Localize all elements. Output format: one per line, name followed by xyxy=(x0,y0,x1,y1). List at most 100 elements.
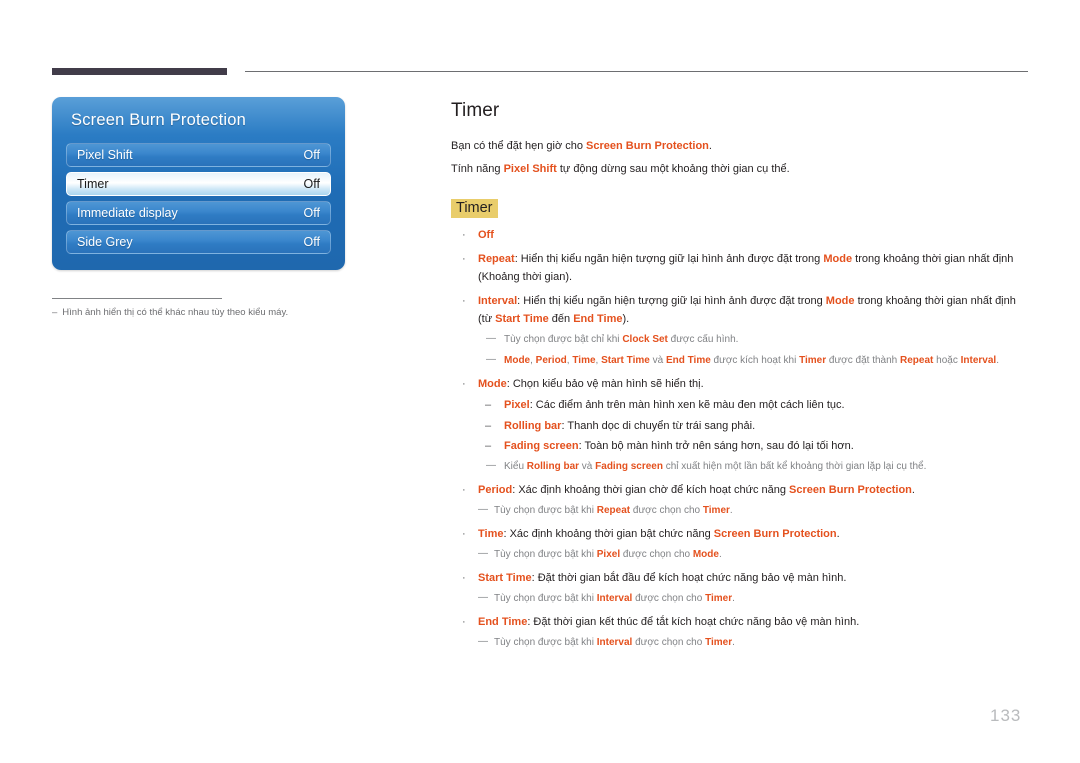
note-text: chỉ xuất hiện một lần bất kể khoảng thời… xyxy=(662,461,927,473)
note-text: được đặt thành xyxy=(826,355,900,367)
note-text: Kiểu xyxy=(504,461,527,473)
option-text: : Xác định khoảng thời gian chờ để kích … xyxy=(512,483,790,496)
sub-option-term: Rolling bar xyxy=(504,419,562,432)
note-clock-set: — Tùy chọn được bật chỉ khi Clock Set đư… xyxy=(478,332,1028,348)
option-text: . xyxy=(836,527,840,540)
dash-marker: – xyxy=(485,419,492,432)
note-text: được cấu hình. xyxy=(667,333,739,345)
bullet-marker: · xyxy=(462,615,466,628)
figure-note-marker: – xyxy=(52,307,58,318)
note-emphasis: Interval xyxy=(596,593,633,605)
note-text: . xyxy=(996,355,999,367)
note-emphasis: Period xyxy=(535,355,567,367)
bullet-marker: · xyxy=(462,253,466,266)
intro-line-1: Bạn có thể đặt hẹn giờ cho Screen Burn P… xyxy=(451,138,1028,155)
option-emphasis: Screen Burn Protection xyxy=(713,527,837,540)
note-text: . xyxy=(729,505,733,517)
option-text: ). xyxy=(622,312,630,325)
osd-menu-panel: Screen Burn Protection Pixel Shift Off T… xyxy=(52,97,345,270)
list-item-mode: · Mode: Chọn kiểu bảo vệ màn hình sẽ hiể… xyxy=(451,376,1028,475)
bullet-marker: · xyxy=(462,229,466,242)
note-marker: — xyxy=(486,332,496,344)
option-text: . xyxy=(911,483,915,496)
note-rolling-fading: — Kiểu Rolling bar và Fading screen chỉ … xyxy=(478,459,1028,475)
osd-row-value: Off xyxy=(303,148,320,162)
option-emphasis: Mode xyxy=(823,253,853,266)
dash-marker: – xyxy=(485,440,492,453)
option-text: : Xác định khoảng thời gian bật chức năn… xyxy=(503,527,714,540)
sub-option-term: Pixel xyxy=(504,399,530,412)
note-text: được chọn cho xyxy=(632,636,706,648)
option-term: Off xyxy=(478,229,494,242)
osd-row-value: Off xyxy=(303,177,320,191)
note-text: và xyxy=(579,461,596,473)
note-text: được chọn cho xyxy=(620,549,693,561)
main-content: Timer Bạn có thể đặt hẹn giờ cho Screen … xyxy=(451,100,1028,657)
option-term: Mode xyxy=(478,377,507,390)
list-item-period: · Period: Xác định khoảng thời gian chờ … xyxy=(451,482,1028,519)
option-text: : Hiển thị kiểu ngăn hiện tượng giữ lại … xyxy=(517,295,826,308)
note-text: Tùy chọn được bật khi xyxy=(494,593,597,605)
osd-menu-title: Screen Burn Protection xyxy=(71,111,246,129)
options-list: · Off · Repeat: Hiển thị kiểu ngăn hiện … xyxy=(451,227,1028,650)
page-title: Timer xyxy=(451,100,500,121)
list-item-repeat: · Repeat: Hiển thị kiểu ngăn hiện tượng … xyxy=(451,251,1028,286)
note-period: — Tùy chọn được bật khi Repeat được chọn… xyxy=(478,503,1028,519)
note-emphasis: End Time xyxy=(665,355,711,367)
page-number: 133 xyxy=(990,706,1022,725)
option-text: đến xyxy=(548,312,574,325)
note-text: Tùy chọn được bật chỉ khi xyxy=(504,333,623,345)
option-text: : Đặt thời gian bắt đầu để kích hoạt chứ… xyxy=(531,571,847,584)
osd-menu-rows: Pixel Shift Off Timer Off Immediate disp… xyxy=(66,143,331,259)
osd-row-value: Off xyxy=(303,235,320,249)
note-text: hoặc xyxy=(933,355,961,367)
note-emphasis: Mode xyxy=(504,355,531,367)
option-term: Interval xyxy=(478,295,518,308)
figure-note-text: Hình ảnh hiển thị có thể khác nhau tùy t… xyxy=(62,307,289,318)
note-marker: — xyxy=(478,504,488,516)
osd-row-label: Side Grey xyxy=(77,235,133,249)
note-emphasis: Mode xyxy=(692,549,719,561)
note-start-time: — Tùy chọn được bật khi Interval được ch… xyxy=(478,591,1028,607)
note-marker: — xyxy=(478,592,488,604)
sub-option-text: : Các điểm ảnh trên màn hình xen kẽ màu … xyxy=(529,399,845,412)
list-item-off: · Off xyxy=(451,227,1028,244)
section-subheading: Timer xyxy=(451,199,498,219)
option-emphasis: Mode xyxy=(825,295,855,308)
osd-row-side-grey[interactable]: Side Grey Off xyxy=(66,230,331,254)
note-emphasis: Time xyxy=(572,355,596,367)
note-end-time: — Tùy chọn được bật khi Interval được ch… xyxy=(478,635,1028,651)
option-term: Period xyxy=(478,483,513,496)
option-emphasis: Screen Burn Protection xyxy=(789,483,912,496)
list-item-start-time: · Start Time: Đặt thời gian bắt đầu để k… xyxy=(451,570,1028,607)
note-emphasis: Timer xyxy=(702,505,730,517)
option-term: End Time xyxy=(478,615,528,628)
note-text: được chọn cho xyxy=(630,505,703,517)
intro-emphasis: Screen Burn Protection xyxy=(586,140,709,152)
list-item-time: · Time: Xác định khoảng thời gian bật ch… xyxy=(451,526,1028,563)
note-text: Tùy chọn được bật khi xyxy=(494,636,597,648)
note-emphasis: Timer xyxy=(705,636,733,648)
header-rule xyxy=(245,71,1028,72)
intro-text: tự động dừng sau một khoảng thời gian cụ… xyxy=(556,163,790,176)
note-emphasis: Timer xyxy=(799,355,827,367)
note-text: . xyxy=(732,593,735,605)
intro-text: . xyxy=(708,140,712,152)
note-marker: — xyxy=(486,354,496,366)
note-marker: — xyxy=(478,548,488,560)
intro-emphasis: Pixel Shift xyxy=(503,163,557,176)
option-term: Start Time xyxy=(478,571,532,584)
note-emphasis: Repeat xyxy=(596,505,631,517)
option-emphasis: Start Time xyxy=(495,312,549,325)
list-item-end-time: · End Time: Đặt thời gian kết thúc để tắ… xyxy=(451,614,1028,651)
osd-row-pixel-shift[interactable]: Pixel Shift Off xyxy=(66,143,331,167)
osd-row-timer[interactable]: Timer Off xyxy=(66,172,331,196)
osd-row-immediate-display[interactable]: Immediate display Off xyxy=(66,201,331,225)
note-emphasis: Timer xyxy=(705,593,733,605)
note-emphasis: Start Time xyxy=(601,355,650,367)
intro-line-2: Tính năng Pixel Shift tự động dừng sau m… xyxy=(451,161,1028,178)
note-text: và xyxy=(649,355,666,367)
note-emphasis: Pixel xyxy=(596,549,621,561)
note-text: Tùy chọn được bật khi xyxy=(494,549,597,561)
intro-text: Bạn có thể đặt hẹn giờ cho xyxy=(451,140,587,152)
